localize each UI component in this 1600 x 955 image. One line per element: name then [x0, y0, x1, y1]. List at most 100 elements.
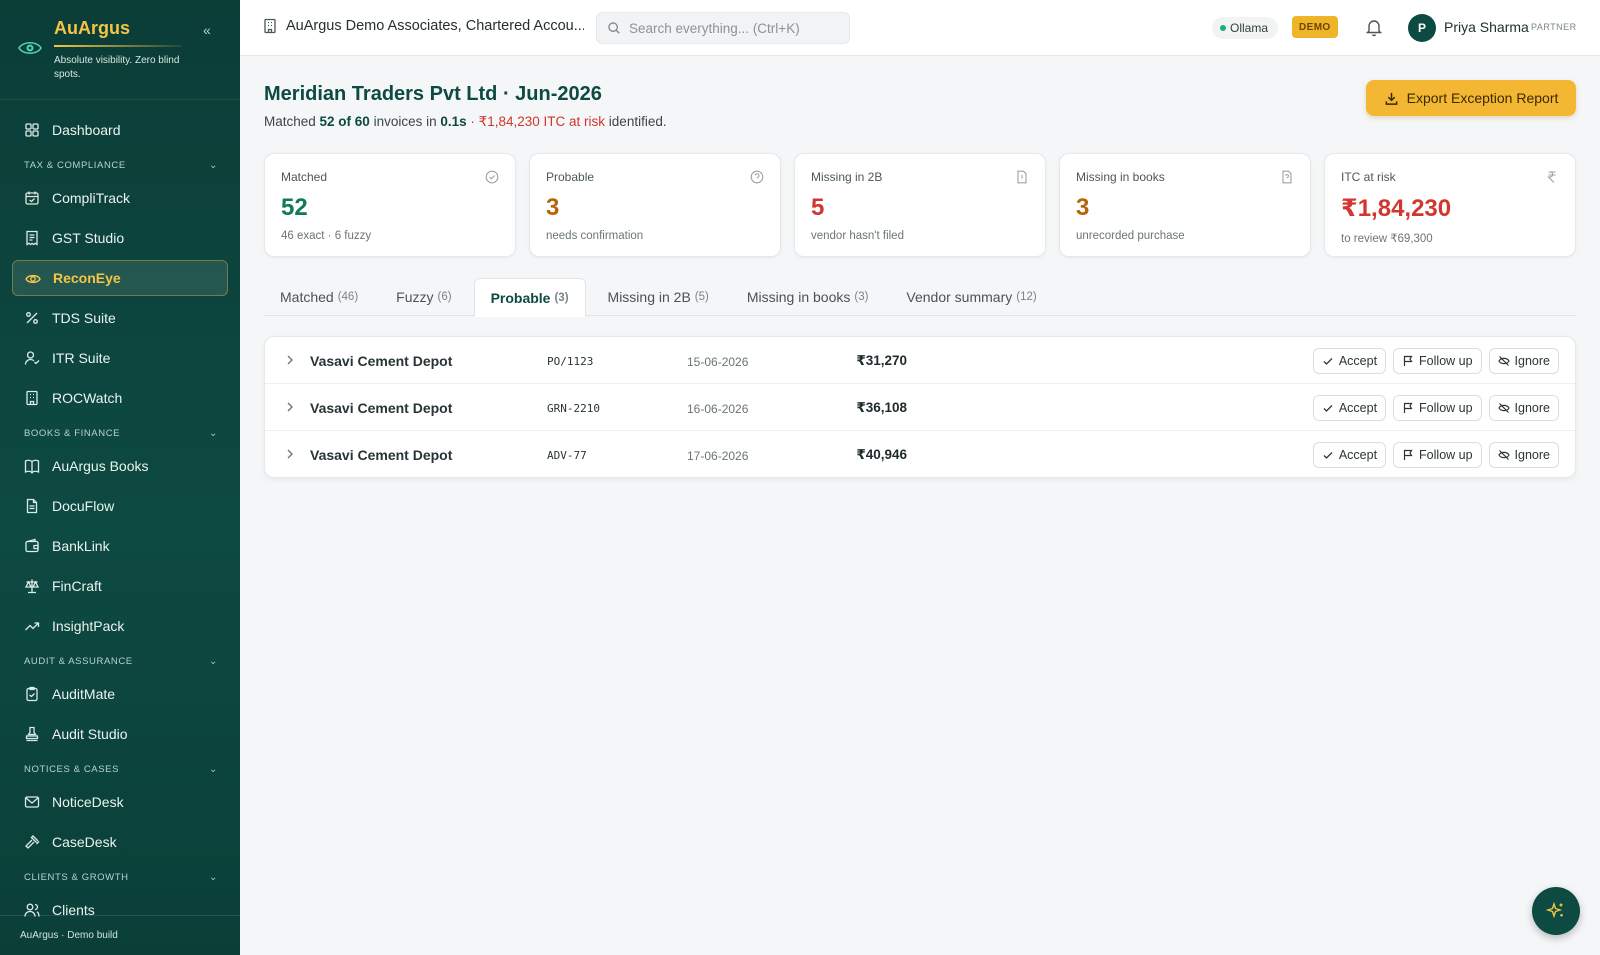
- sidebar-item-gst-studio[interactable]: GST Studio: [12, 220, 228, 256]
- avatar[interactable]: P: [1408, 14, 1436, 42]
- ignore-button[interactable]: Ignore: [1488, 395, 1559, 421]
- flag-icon: [1403, 449, 1413, 460]
- brand: AuArgus Absolute visibility. Zero blind …: [0, 0, 240, 100]
- download-icon: [1385, 92, 1398, 105]
- card-label: ITC at risk: [1341, 170, 1396, 184]
- user-name[interactable]: Priya Sharma: [1444, 19, 1529, 35]
- eye-off-icon: [1497, 450, 1510, 460]
- sidebar-item-label: AuArgus Books: [52, 458, 149, 474]
- search-input[interactable]: Search everything... (Ctrl+K): [596, 12, 850, 44]
- check-icon: [1323, 358, 1333, 365]
- sidebar-item-tds-suite[interactable]: TDS Suite: [12, 300, 228, 336]
- file-alert-icon: [1017, 170, 1027, 184]
- ignore-button[interactable]: Ignore: [1488, 442, 1559, 468]
- tab-vendor-summary[interactable]: Vendor summary (12): [890, 278, 1052, 316]
- tab-fuzzy[interactable]: Fuzzy (6): [380, 278, 467, 316]
- subtitle-text: Matched: [264, 114, 320, 129]
- tab-missing-2b[interactable]: Missing in 2B (5): [592, 278, 725, 316]
- ai-assistant-button[interactable]: [1532, 887, 1580, 935]
- sidebar-item-noticedesk[interactable]: NoticeDesk: [12, 784, 228, 820]
- section-clients-growth[interactable]: CLIENTS & GROWTH ⌄: [12, 864, 228, 890]
- sidebar-item-auditmate[interactable]: AuditMate: [12, 676, 228, 712]
- section-books-finance[interactable]: BOOKS & FINANCE ⌄: [12, 420, 228, 446]
- document-icon: [26, 498, 38, 514]
- sidebar-item-audit-studio[interactable]: Audit Studio: [12, 716, 228, 752]
- card-missing-books[interactable]: Missing in books 3 unrecorded purchase: [1059, 153, 1311, 257]
- brand-underline: [54, 45, 182, 47]
- chevron-right-icon[interactable]: [283, 400, 297, 414]
- bell-icon[interactable]: [1364, 17, 1384, 37]
- sidebar-item-dashboard[interactable]: Dashboard: [12, 112, 228, 148]
- tab-missing-books[interactable]: Missing in books (3): [731, 278, 885, 316]
- sidebar-item-auargus-books[interactable]: AuArgus Books: [12, 448, 228, 484]
- gavel-icon: [25, 835, 40, 849]
- section-notices-cases[interactable]: NOTICES & CASES ⌄: [12, 756, 228, 782]
- collapse-sidebar-icon[interactable]: «: [203, 22, 211, 38]
- invoice-date: 16-06-2026: [687, 402, 749, 416]
- table-row[interactable]: Vasavi Cement Depot PO/1123 15-06-2026 ₹…: [265, 337, 1575, 384]
- follow-up-button[interactable]: Follow up: [1393, 395, 1482, 421]
- button-label: Accept: [1338, 354, 1378, 368]
- tab-label: Missing in 2B: [607, 289, 691, 305]
- org-switcher[interactable]: AuArgus Demo Associates, Chartered Accou…: [262, 18, 584, 34]
- follow-up-button[interactable]: Follow up: [1393, 348, 1482, 374]
- sidebar-item-rocwatch[interactable]: ROCWatch: [12, 380, 228, 416]
- clipboard-icon: [26, 686, 38, 702]
- card-probable[interactable]: Probable 3 needs confirmation: [529, 153, 781, 257]
- table-row[interactable]: Vasavi Cement Depot GRN-2210 16-06-2026 …: [265, 384, 1575, 431]
- tab-label: Vendor summary: [906, 289, 1013, 305]
- vendor-name: Vasavi Cement Depot: [310, 447, 453, 463]
- tab-label: Fuzzy: [396, 289, 434, 305]
- sidebar-item-itr-suite[interactable]: ITR Suite: [12, 340, 228, 376]
- flag-icon: [1403, 355, 1413, 366]
- chevron-right-icon[interactable]: [283, 353, 297, 367]
- building-icon: [26, 390, 38, 406]
- tab-matched[interactable]: Matched (46): [264, 278, 374, 316]
- tab-count: (3): [554, 291, 569, 304]
- tab-probable[interactable]: Probable (3): [473, 278, 586, 317]
- user-check-icon: [24, 351, 40, 365]
- card-label: Missing in 2B: [811, 170, 883, 184]
- probable-matches-table: Vasavi Cement Depot PO/1123 15-06-2026 ₹…: [264, 336, 1576, 478]
- section-audit-assurance[interactable]: AUDIT & ASSURANCE ⌄: [12, 648, 228, 674]
- accept-button[interactable]: Accept: [1312, 395, 1387, 421]
- eye-off-icon: [1497, 356, 1510, 366]
- sidebar-item-label: ITR Suite: [52, 350, 111, 366]
- chevron-down-icon: ⌄: [209, 159, 218, 171]
- sidebar-item-insightpack[interactable]: InsightPack: [12, 608, 228, 644]
- invoice-ref: PO/1123: [547, 355, 594, 368]
- card-missing-2b[interactable]: Missing in 2B 5 vendor hasn't filed: [794, 153, 1046, 257]
- ignore-button[interactable]: Ignore: [1488, 348, 1559, 374]
- sidebar-item-complitrack[interactable]: CompliTrack: [12, 180, 228, 216]
- chevron-down-icon: ⌄: [209, 871, 218, 883]
- sidebar-item-banklink[interactable]: BankLink: [12, 528, 228, 564]
- eye-logo-icon: [18, 41, 42, 55]
- card-itc-risk[interactable]: ITC at risk ₹1,84,230 to review ₹69,300: [1324, 153, 1576, 257]
- table-row[interactable]: Vasavi Cement Depot ADV-77 17-06-2026 ₹4…: [265, 431, 1575, 477]
- sidebar-item-docuflow[interactable]: DocuFlow: [12, 488, 228, 524]
- button-label: Accept: [1338, 448, 1378, 462]
- card-value: 5: [811, 194, 825, 221]
- sidebar-item-reconeye[interactable]: ReconEye: [12, 260, 228, 296]
- page-title: Meridian Traders Pvt Ltd · Jun-2026: [264, 83, 602, 105]
- section-tax-compliance[interactable]: TAX & COMPLIANCE ⌄: [12, 152, 228, 178]
- sidebar-item-casedesk[interactable]: CaseDesk: [12, 824, 228, 860]
- ollama-status-badge[interactable]: Ollama: [1212, 17, 1279, 39]
- follow-up-button[interactable]: Follow up: [1393, 442, 1482, 468]
- invoice-amount: ₹40,946: [856, 447, 907, 462]
- export-exception-report-button[interactable]: Export Exception Report: [1366, 80, 1576, 116]
- sidebar-item-fincraft[interactable]: FinCraft: [12, 568, 228, 604]
- match-time: 0.1s: [440, 114, 467, 129]
- card-matched[interactable]: Matched 52 46 exact · 6 fuzzy: [264, 153, 516, 257]
- chevron-right-icon[interactable]: [283, 447, 297, 461]
- tab-count: (6): [437, 291, 452, 303]
- sidebar-item-label: DocuFlow: [52, 498, 115, 514]
- user-role: PARTNER: [1531, 22, 1577, 32]
- card-sub: needs confirmation: [546, 230, 644, 242]
- subtitle-sep: ·: [466, 114, 479, 129]
- tab-count: (3): [854, 291, 869, 303]
- accept-button[interactable]: Accept: [1312, 348, 1387, 374]
- book-icon: [24, 459, 40, 474]
- file-question-icon: [1282, 170, 1292, 184]
- accept-button[interactable]: Accept: [1312, 442, 1387, 468]
